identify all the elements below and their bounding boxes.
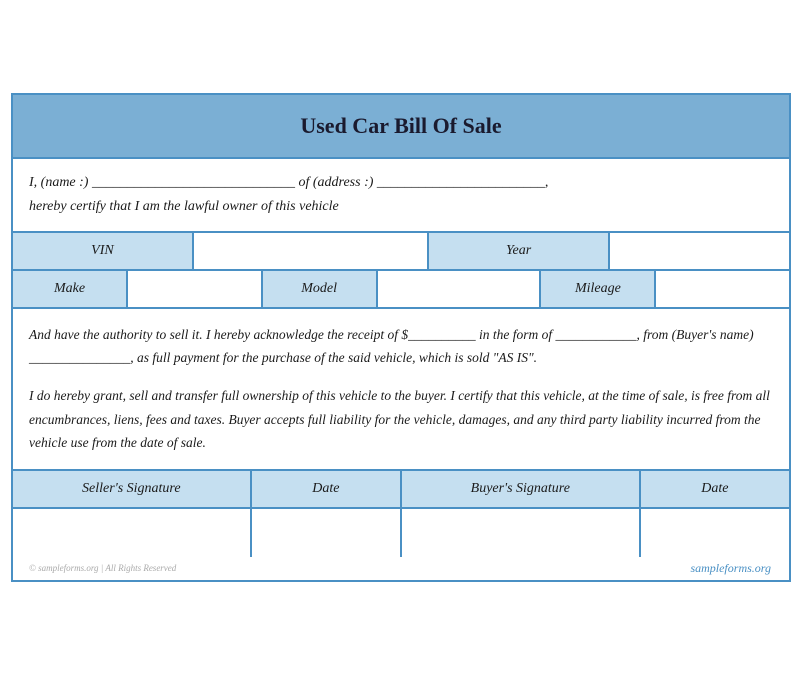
body-section: And have the authority to sell it. I her… [13,309,789,471]
mileage-value [656,271,789,307]
buyer-signature-field[interactable] [402,509,641,557]
make-model-mileage-row: Make Model Mileage [13,271,789,309]
signature-value-row [13,509,789,557]
site-label: sampleforms.org [690,559,781,578]
mileage-label: Mileage [541,271,656,307]
model-value [378,271,542,307]
body-paragraph2: I do hereby grant, sell and transfer ful… [29,384,773,455]
form-container: Used Car Bill Of Sale I, (name :) ______… [11,93,791,582]
seller-signature-field[interactable] [13,509,252,557]
seller-date-field[interactable] [252,509,402,557]
watermark-text: © sampleforms.org | All Rights Reserved [21,561,184,575]
footer: © sampleforms.org | All Rights Reserved … [13,557,789,580]
year-value [610,233,789,269]
intro-line1: I, (name :) ____________________________… [29,171,773,195]
intro-line2: hereby certify that I am the lawful owne… [29,195,773,219]
year-label: Year [429,233,610,269]
make-label: Make [13,271,128,307]
buyer-signature-label: Buyer's Signature [402,471,641,507]
buyer-date-label: Date [641,471,789,507]
body-paragraph1: And have the authority to sell it. I her… [29,323,773,370]
vin-value [194,233,429,269]
vin-label: VIN [13,233,194,269]
seller-date-label: Date [252,471,402,507]
model-label: Model [263,271,378,307]
intro-section: I, (name :) ____________________________… [13,159,789,233]
buyer-date-field[interactable] [641,509,789,557]
signature-header-row: Seller's Signature Date Buyer's Signatur… [13,471,789,509]
form-title: Used Car Bill Of Sale [13,95,789,159]
vin-year-row: VIN Year [13,233,789,271]
make-value [128,271,263,307]
seller-signature-label: Seller's Signature [13,471,252,507]
